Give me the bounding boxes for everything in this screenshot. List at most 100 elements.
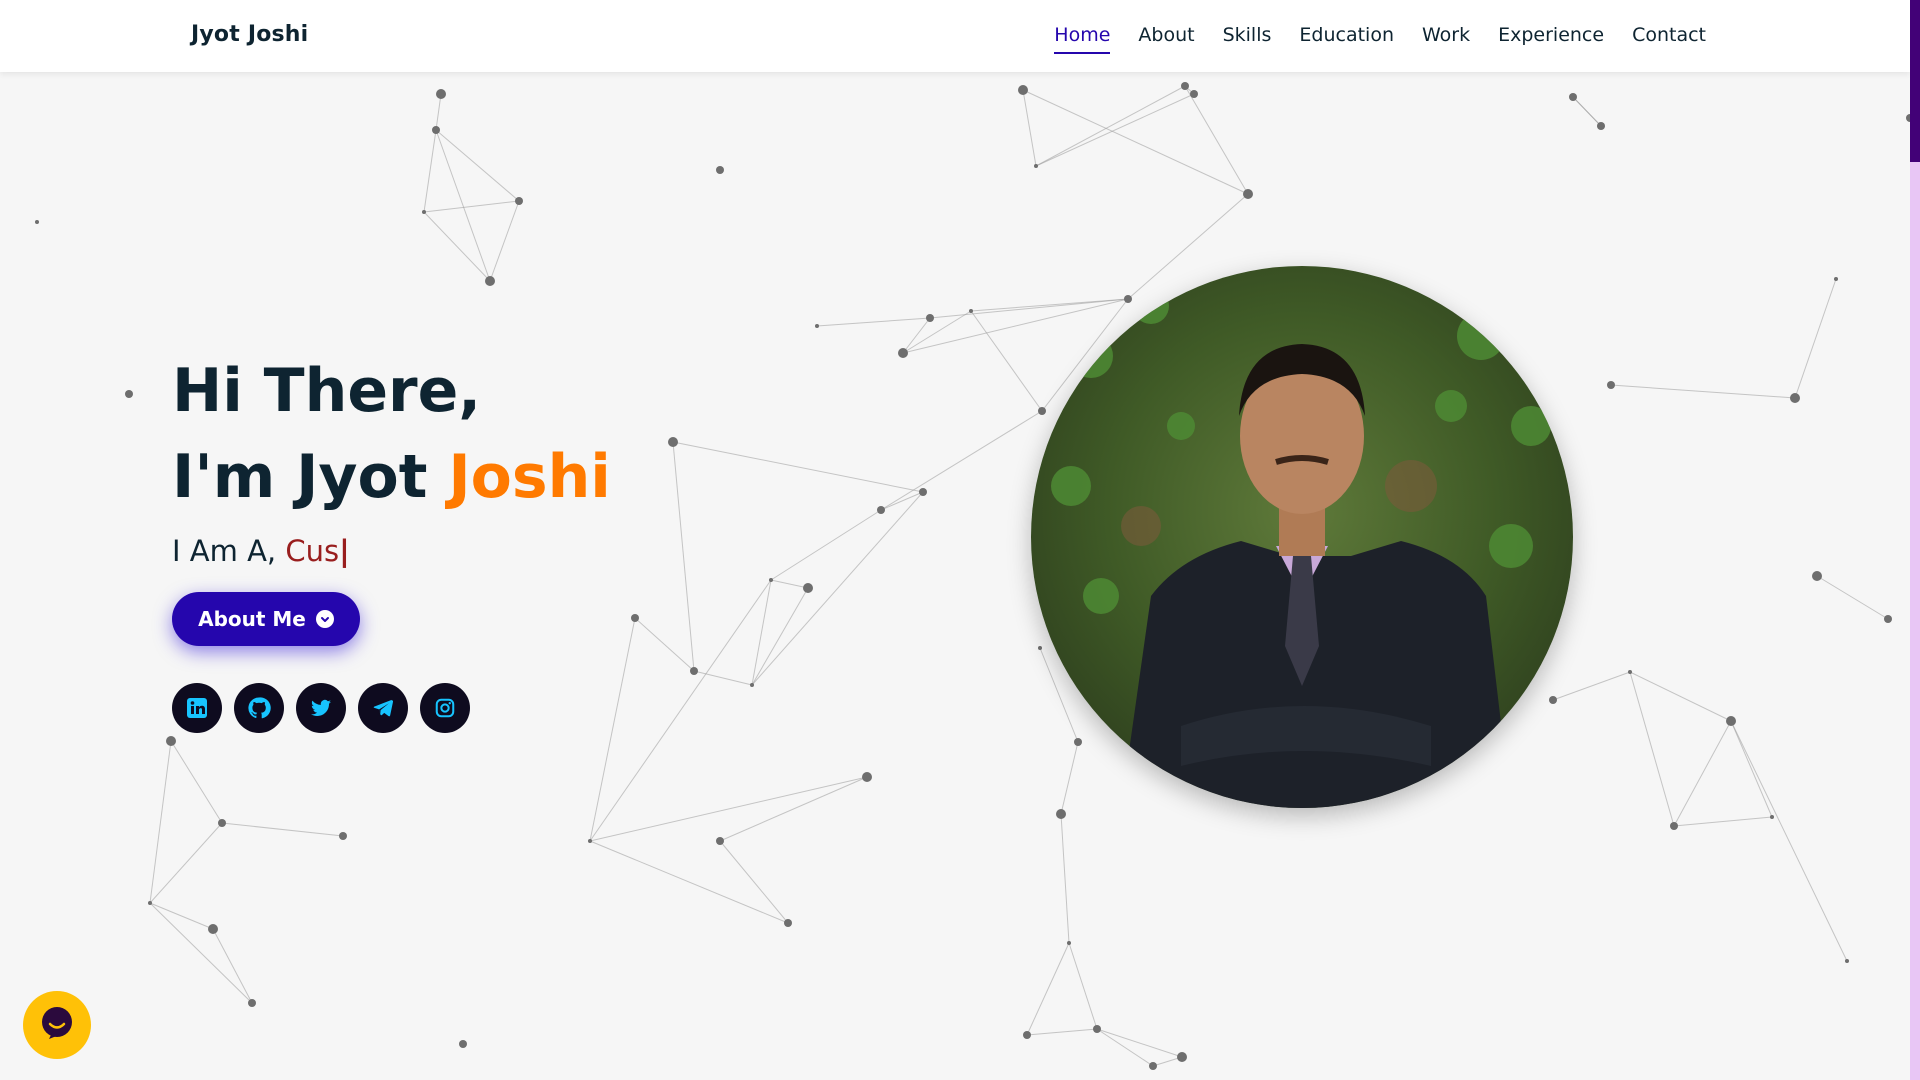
network-edge bbox=[634, 617, 695, 672]
network-node bbox=[1628, 670, 1632, 674]
network-node bbox=[769, 578, 773, 582]
about-me-button[interactable]: About Me bbox=[172, 592, 360, 646]
network-node bbox=[862, 772, 872, 782]
nav-link-education[interactable]: Education bbox=[1299, 24, 1394, 54]
network-node bbox=[784, 919, 792, 927]
network-node bbox=[1056, 809, 1066, 819]
network-node bbox=[1023, 1031, 1031, 1039]
network-node bbox=[35, 220, 39, 224]
network-node bbox=[339, 832, 347, 840]
scrollbar-track[interactable] bbox=[1910, 0, 1920, 1080]
network-node bbox=[1093, 1025, 1101, 1033]
network-edge bbox=[770, 509, 882, 581]
network-edge bbox=[1184, 85, 1249, 195]
network-node bbox=[1790, 393, 1800, 403]
telegram-icon[interactable] bbox=[358, 683, 408, 733]
network-node bbox=[436, 89, 446, 99]
network-node bbox=[1190, 90, 1198, 98]
network-edge bbox=[149, 740, 172, 904]
network-edge bbox=[435, 93, 442, 131]
network-node bbox=[485, 276, 495, 286]
network-node bbox=[459, 1040, 467, 1048]
nav-link-home[interactable]: Home bbox=[1054, 24, 1111, 54]
network-edge bbox=[1730, 720, 1773, 818]
network-node bbox=[1074, 738, 1082, 746]
github-icon[interactable] bbox=[234, 683, 284, 733]
network-edge bbox=[1068, 942, 1098, 1030]
network-edge bbox=[1026, 942, 1070, 1036]
network-edge bbox=[880, 491, 924, 511]
network-edge bbox=[1730, 720, 1848, 962]
network-node bbox=[716, 837, 724, 845]
network-edge bbox=[751, 491, 924, 686]
nav-link-experience[interactable]: Experience bbox=[1498, 24, 1604, 54]
linkedin-icon[interactable] bbox=[172, 683, 222, 733]
network-node bbox=[125, 390, 133, 398]
brand-logo[interactable]: Jyot Joshi bbox=[191, 22, 308, 47]
network-node bbox=[515, 197, 523, 205]
network-edge bbox=[929, 298, 1129, 319]
network-node bbox=[1726, 716, 1736, 726]
chat-widget-button[interactable] bbox=[23, 991, 91, 1059]
network-node bbox=[248, 999, 256, 1007]
network-edge bbox=[1022, 89, 1249, 195]
network-edge bbox=[423, 129, 437, 213]
network-edge bbox=[589, 776, 868, 842]
hero-name-prefix: I'm Jyot bbox=[172, 442, 449, 512]
network-node bbox=[1018, 85, 1028, 95]
scrollbar-thumb[interactable] bbox=[1910, 0, 1920, 162]
network-node bbox=[877, 506, 885, 514]
network-node bbox=[919, 488, 927, 496]
hero-greeting: Hi There, bbox=[172, 356, 482, 426]
network-node bbox=[716, 166, 724, 174]
network-node bbox=[1067, 941, 1071, 945]
network-node bbox=[1569, 93, 1577, 101]
network-edge bbox=[423, 200, 520, 213]
network-node bbox=[898, 348, 908, 358]
typing-cursor: | bbox=[339, 534, 350, 568]
navbar: Jyot Joshi Home About Skills Education W… bbox=[0, 0, 1910, 72]
nav-link-contact[interactable]: Contact bbox=[1632, 24, 1706, 54]
nav-link-skills[interactable]: Skills bbox=[1223, 24, 1272, 54]
hero-section: Hi There, I'm Jyot Joshi I Am A, Cus| Ab… bbox=[172, 348, 611, 733]
network-node bbox=[1038, 646, 1042, 650]
social-links bbox=[172, 683, 611, 733]
network-edge bbox=[816, 317, 931, 327]
network-node bbox=[690, 667, 698, 675]
network-node bbox=[815, 324, 819, 328]
profile-photo bbox=[1031, 266, 1573, 808]
network-node bbox=[166, 736, 176, 746]
network-node bbox=[926, 314, 934, 322]
chat-bubble-icon bbox=[39, 1005, 75, 1045]
network-edge bbox=[1794, 278, 1837, 399]
network-node bbox=[1884, 615, 1892, 623]
network-edge bbox=[1096, 1028, 1183, 1058]
network-node bbox=[631, 614, 639, 622]
network-edge bbox=[1610, 384, 1796, 399]
network-edge bbox=[1572, 96, 1602, 127]
network-edge bbox=[170, 740, 223, 824]
network-node bbox=[1670, 822, 1678, 830]
network-edge bbox=[589, 840, 789, 924]
network-node bbox=[422, 210, 426, 214]
network-node bbox=[1177, 1052, 1187, 1062]
network-edge bbox=[1629, 671, 1675, 827]
nav-link-work[interactable]: Work bbox=[1422, 24, 1470, 54]
typed-text: Cus bbox=[285, 534, 340, 568]
network-edge bbox=[719, 776, 868, 842]
network-node bbox=[1034, 164, 1038, 168]
network-node bbox=[1549, 696, 1557, 704]
nav-links: Home About Skills Education Work Experie… bbox=[1026, 24, 1706, 54]
network-node bbox=[750, 683, 754, 687]
network-edge bbox=[149, 902, 214, 930]
about-me-button-label: About Me bbox=[198, 607, 306, 631]
network-edge bbox=[1026, 1028, 1098, 1036]
typed-subtitle: I Am A, Cus| bbox=[172, 534, 611, 568]
instagram-icon[interactable] bbox=[420, 683, 470, 733]
network-node bbox=[668, 437, 678, 447]
network-node bbox=[1243, 189, 1253, 199]
nav-link-about[interactable]: About bbox=[1138, 24, 1194, 54]
network-edge bbox=[489, 200, 520, 282]
twitter-icon[interactable] bbox=[296, 683, 346, 733]
network-node bbox=[208, 924, 218, 934]
